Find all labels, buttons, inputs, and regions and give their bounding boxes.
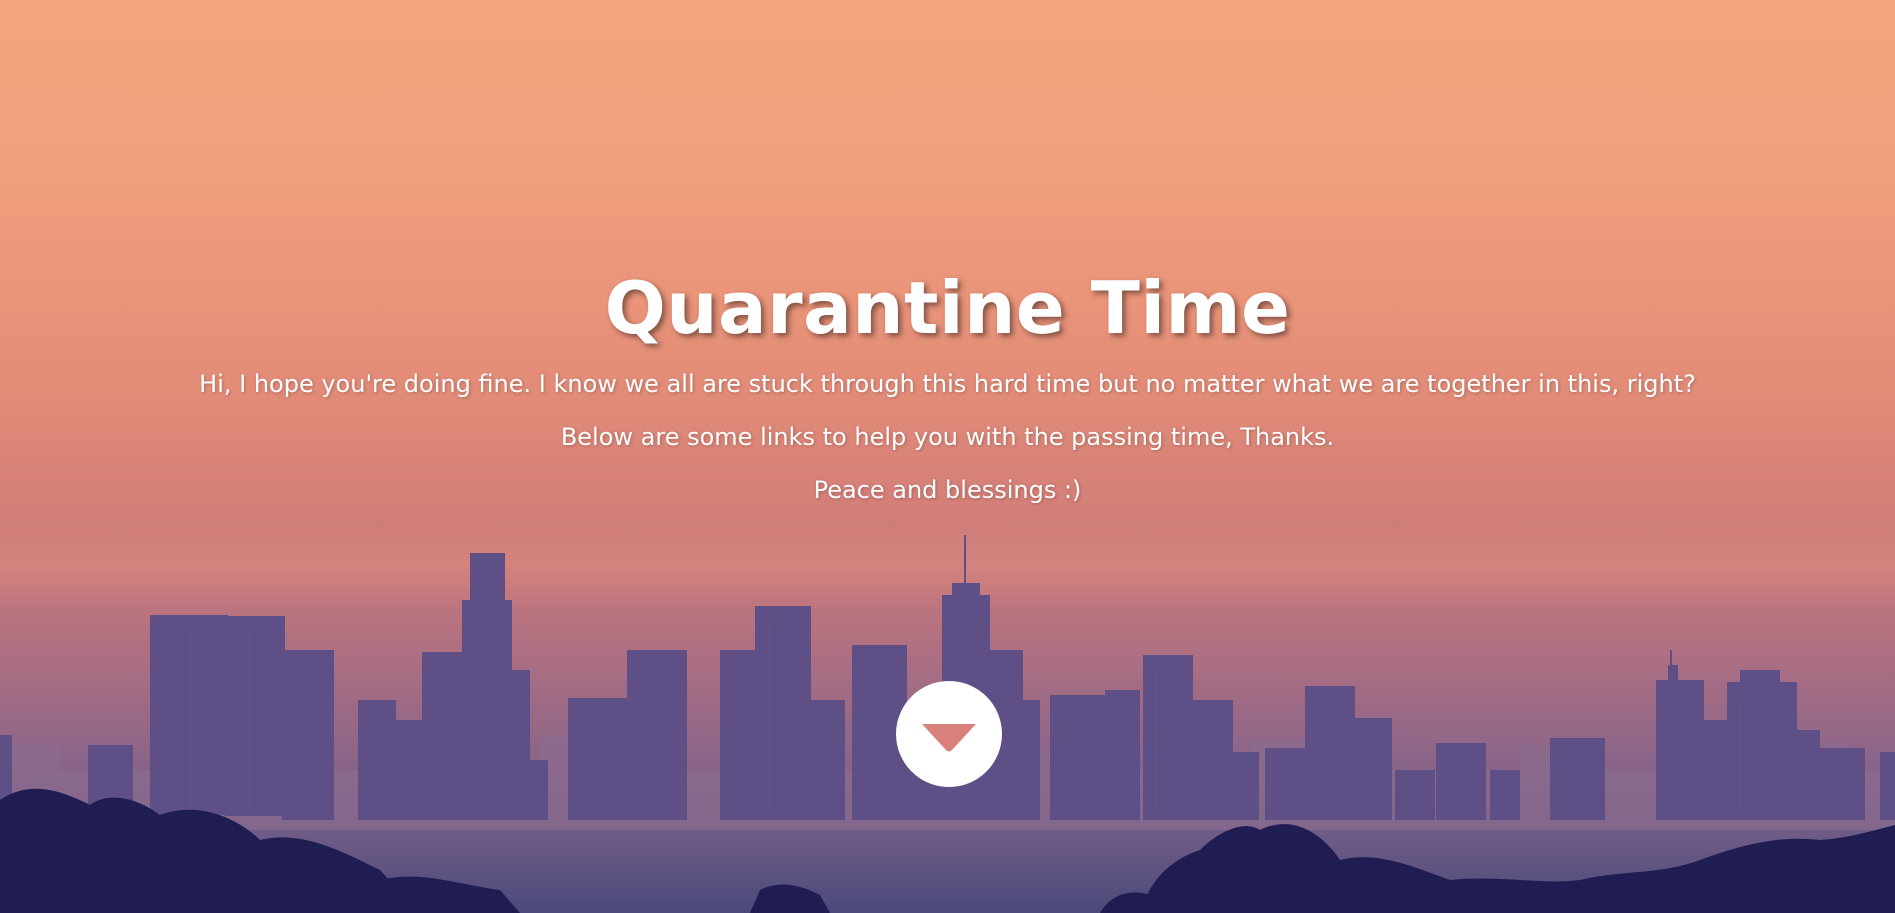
blessing-text: Peace and blessings :) [813, 476, 1082, 504]
hero-section: Quarantine Time Hi, I hope you're doing … [0, 0, 1895, 913]
page-title: Quarantine Time [604, 266, 1291, 350]
caret-down-icon [922, 724, 976, 752]
links-note-text: Below are some links to help you with th… [560, 423, 1335, 451]
hero-content: Quarantine Time Hi, I hope you're doing … [0, 262, 1895, 517]
scroll-down-button[interactable] [896, 681, 1002, 787]
intro-text: Hi, I hope you're doing fine. I know we … [199, 370, 1696, 398]
